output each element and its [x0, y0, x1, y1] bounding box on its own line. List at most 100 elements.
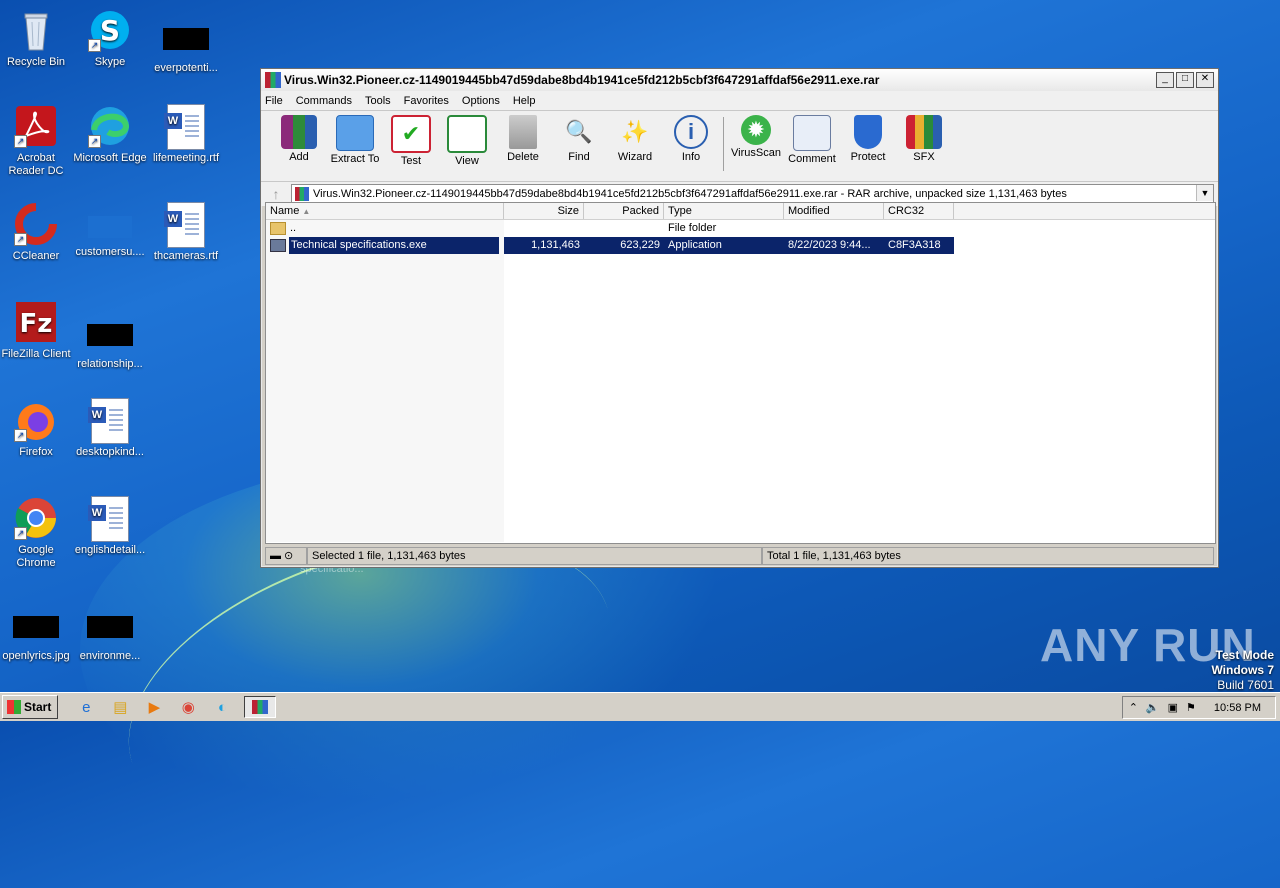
desktop-icon-environme[interactable]: environme...	[72, 606, 148, 663]
action-center-flag-icon[interactable]: ⚑	[1186, 701, 1196, 714]
column-packed[interactable]: Packed	[584, 203, 664, 219]
desktop-icon-openlyrics[interactable]: openlyrics.jpg	[0, 606, 74, 663]
winrar-window: Virus.Win32.Pioneer.cz-1149019445bb47d59…	[260, 68, 1219, 568]
desktop-icon-edge[interactable]: ↗ Microsoft Edge	[72, 104, 148, 165]
test-checklist-icon: ✔	[391, 115, 431, 153]
desktop-icon-customersu[interactable]: customersu....	[72, 202, 148, 259]
filezilla-icon: Fz	[14, 300, 58, 344]
comment-icon	[793, 115, 831, 151]
menu-file[interactable]: File	[265, 95, 283, 107]
desktop-icon-desktopkind[interactable]: W desktopkind...	[72, 398, 148, 459]
desktop-icon-label: Recycle Bin	[6, 56, 66, 68]
column-name[interactable]: Name ▲	[266, 203, 504, 219]
row-type-cell: Application	[664, 237, 784, 254]
status-total: Total 1 file, 1,131,463 bytes	[762, 547, 1214, 565]
media-player-icon[interactable]: ▶	[142, 697, 166, 717]
row-size-cell	[504, 220, 584, 237]
winrar-app-icon	[265, 72, 281, 88]
desktop-icon-label: CCleaner	[12, 250, 60, 262]
desktop-icon-label: customersu....	[75, 246, 145, 258]
start-button[interactable]: Start	[2, 695, 59, 719]
desktop-icon-recycle-bin[interactable]: Recycle Bin	[0, 8, 74, 69]
address-field[interactable]: Virus.Win32.Pioneer.cz-1149019445bb47d59…	[291, 184, 1214, 204]
desktop-icon-chrome[interactable]: ↗ Google Chrome	[0, 496, 74, 570]
info-button[interactable]: i Info	[663, 115, 719, 163]
table-row-selected[interactable]: Technical specifications.exe 1,131,463 6…	[266, 237, 1215, 254]
recycle-bin-icon	[14, 8, 58, 52]
network-icon[interactable]: ▣	[1168, 701, 1178, 714]
menu-favorites[interactable]: Favorites	[404, 95, 449, 107]
row-modified-cell	[784, 220, 884, 237]
desktop-icon-lifemeeting[interactable]: W lifemeeting.rtf	[148, 104, 224, 165]
volume-icon[interactable]: 🔈	[1146, 701, 1160, 714]
menu-help[interactable]: Help	[513, 95, 536, 107]
explorer-folder-icon[interactable]: ▤	[108, 697, 132, 717]
row-packed-cell: 623,229	[584, 237, 664, 254]
maximize-button[interactable]: □	[1176, 72, 1194, 88]
rar-file-icon	[295, 187, 309, 201]
delete-button[interactable]: Delete	[495, 115, 551, 163]
desktop-icon-thcameras[interactable]: W thcameras.rtf	[148, 202, 224, 263]
table-row[interactable]: .. File folder	[266, 220, 1215, 237]
column-type[interactable]: Type	[664, 203, 784, 219]
virusscan-button[interactable]: ✹ VirusScan	[728, 115, 784, 159]
desktop-icon-firefox[interactable]: ↗ Firefox	[0, 398, 74, 459]
row-packed-cell	[584, 220, 664, 237]
menu-bar: File Commands Tools Favorites Options He…	[261, 91, 1218, 110]
extract-to-button[interactable]: Extract To	[327, 115, 383, 165]
window-titlebar[interactable]: Virus.Win32.Pioneer.cz-1149019445bb47d59…	[261, 69, 1218, 91]
clock[interactable]: 10:58 PM	[1214, 702, 1261, 714]
column-size[interactable]: Size	[504, 203, 584, 219]
sfx-button[interactable]: SFX	[896, 115, 952, 163]
add-button[interactable]: Add	[271, 115, 327, 163]
desktop-icon-label: thcameras.rtf	[153, 250, 219, 262]
tray-expand-icon[interactable]: ⌃	[1129, 701, 1138, 714]
window-title: Virus.Win32.Pioneer.cz-1149019445bb47d59…	[284, 73, 880, 87]
menu-options[interactable]: Options	[462, 95, 500, 107]
comment-button[interactable]: Comment	[784, 115, 840, 165]
minimize-button[interactable]: _	[1156, 72, 1174, 88]
menu-commands[interactable]: Commands	[296, 95, 352, 107]
find-button[interactable]: 🔍 Find	[551, 115, 607, 163]
edge-taskbar-icon[interactable]: ◐	[210, 697, 234, 717]
desktop-icon-everpotenti[interactable]: everpotenti...	[148, 18, 224, 75]
ccleaner-icon: ↗	[14, 202, 58, 246]
file-icon	[87, 616, 133, 638]
view-button[interactable]: View	[439, 115, 495, 167]
chrome-taskbar-icon[interactable]: ◉	[176, 697, 200, 717]
desktop-icon-label: relationship...	[77, 358, 143, 370]
file-list-background	[266, 220, 504, 542]
wizard-button[interactable]: ✨ Wizard	[607, 115, 663, 163]
desktop-icon-label: openlyrics.jpg	[2, 650, 70, 662]
protect-button[interactable]: Protect	[840, 115, 896, 163]
desktop-icon-label: lifemeeting.rtf	[152, 152, 220, 164]
system-tray: ⌃ 🔈 ▣ ⚑ 10:58 PM	[1121, 696, 1276, 719]
column-modified[interactable]: Modified	[784, 203, 884, 219]
test-button[interactable]: ✔ Test	[383, 115, 439, 167]
row-name-cell: ..	[266, 220, 504, 237]
desktop-icon-relationship[interactable]: relationship...	[72, 300, 148, 371]
desktop-icon-label: englishdetail...	[74, 544, 146, 556]
image-file-icon	[13, 616, 59, 638]
desktop-icon-ccleaner[interactable]: ↗ CCleaner	[0, 202, 74, 263]
menu-tools[interactable]: Tools	[365, 95, 391, 107]
desktop-icon-filezilla[interactable]: Fz FileZilla Client	[0, 300, 74, 361]
desktop-icon-skype[interactable]: S ↗ Skype	[72, 8, 148, 69]
test-mode-notice: Test Mode Windows 7 Build 7601	[1211, 648, 1274, 692]
status-drive-icon: ▬ ⊙	[265, 547, 307, 565]
desktop-icon-englishdetail[interactable]: W englishdetail...	[72, 496, 148, 557]
ie-icon[interactable]: e	[74, 697, 98, 717]
chevron-down-icon[interactable]: ▼	[1196, 185, 1213, 201]
address-text: Virus.Win32.Pioneer.cz-1149019445bb47d59…	[313, 188, 1067, 200]
status-bar: ▬ ⊙ Selected 1 file, 1,131,463 bytes Tot…	[265, 547, 1214, 565]
file-list: Name ▲ Size Packed Type Modified CRC32 .…	[265, 202, 1216, 544]
close-button[interactable]: ✕	[1196, 72, 1214, 88]
svg-text:S: S	[100, 14, 120, 47]
desktop-icon-acrobat[interactable]: ↗ Acrobat Reader DC	[0, 104, 74, 178]
word-doc-icon: W	[88, 496, 132, 542]
shield-icon	[854, 115, 882, 149]
up-arrow-icon[interactable]: ↑	[261, 186, 291, 202]
column-crc32[interactable]: CRC32	[884, 203, 954, 219]
desktop-icon-label: Microsoft Edge	[73, 152, 147, 164]
winrar-taskbar-icon[interactable]	[244, 696, 277, 718]
